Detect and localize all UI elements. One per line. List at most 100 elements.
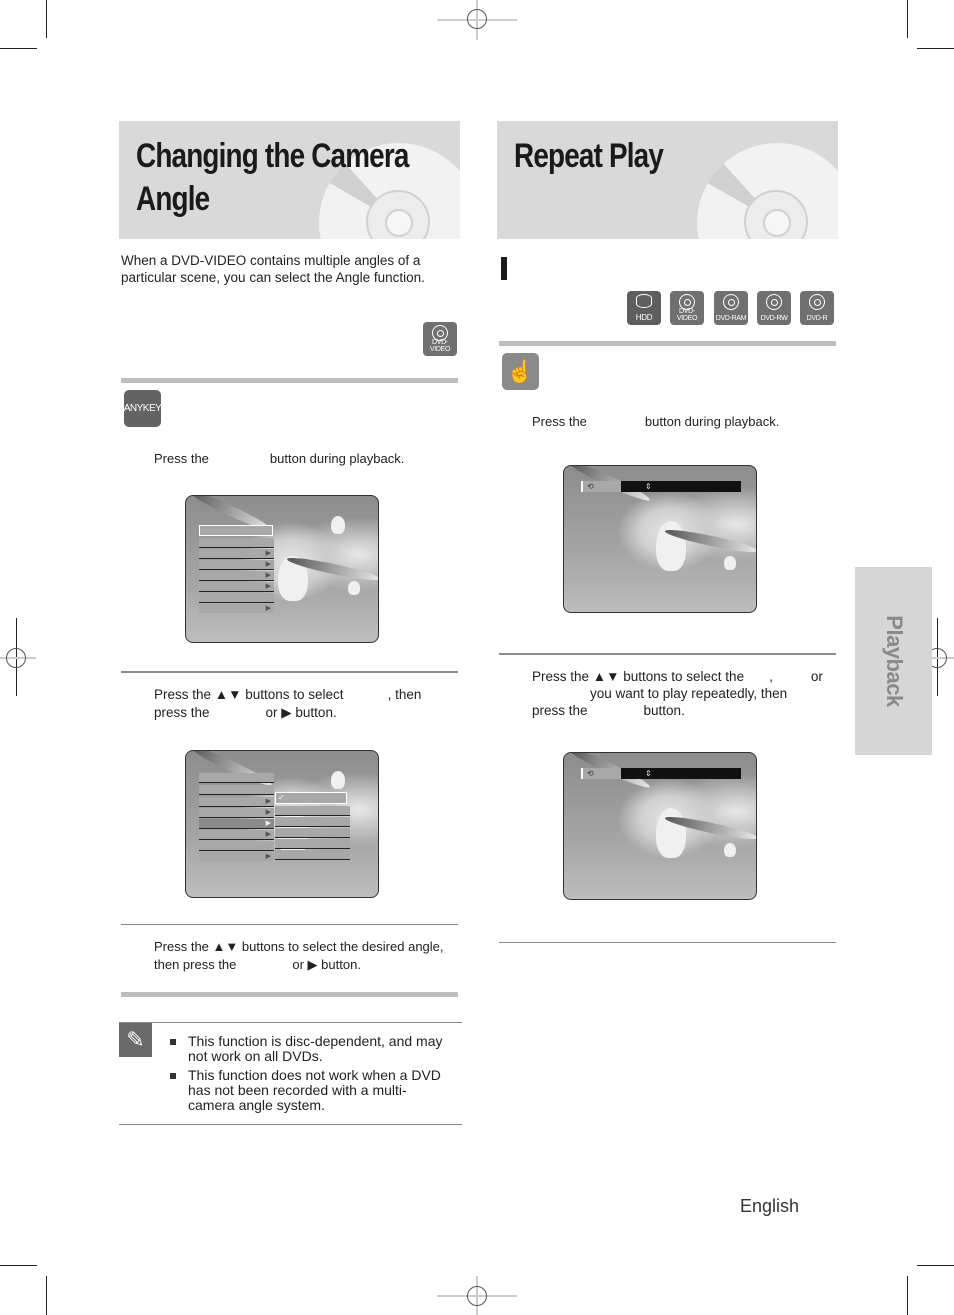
menu-item[interactable] [199, 785, 274, 795]
registration-mark [467, 1286, 487, 1306]
hand-press-icon: ☝ [502, 353, 539, 390]
disc-icon [809, 294, 825, 310]
step2-text: Press the ▲▼ buttons to select, then [154, 687, 422, 702]
disc-icon [766, 294, 782, 310]
menu-item[interactable]: ▶ [199, 560, 274, 570]
subheading-marker [501, 257, 507, 280]
crop-mark [0, 1265, 37, 1266]
angle-option-selected[interactable]: ✓ [275, 792, 347, 804]
title-banner: Changing the Camera Angle [119, 121, 460, 239]
step1-text: Press the button during playback. [154, 451, 405, 466]
menu-item[interactable]: ▶ [199, 808, 274, 818]
step3-text: then press the or ▶ button. [154, 957, 361, 972]
menu-item[interactable]: ▶ [199, 604, 274, 613]
step3-text: Press the ▲▼ buttons to select the desir… [154, 939, 444, 954]
menu-item[interactable] [199, 525, 273, 536]
step2-text: you want to play repeatedly, then [590, 686, 788, 701]
note-item: This function is disc-dependent, and may… [168, 1034, 442, 1064]
osd-screenshot-repeat: ⟲ ⇕ [563, 465, 757, 613]
page-title-line2: Angle [136, 180, 210, 218]
notes-list: This function is disc-dependent, and may… [168, 1034, 442, 1117]
angle-option[interactable] [275, 850, 350, 860]
menu-item[interactable] [199, 538, 274, 548]
arrow-right-icon: ▶ [265, 853, 271, 860]
section-divider [121, 378, 458, 383]
arrow-right-icon: ▶ [265, 831, 271, 838]
step-divider [121, 671, 458, 673]
hdd-icon [636, 294, 652, 308]
menu-item[interactable]: ▶ [199, 797, 274, 807]
chapter-tab: Playback [855, 567, 932, 755]
arrow-right-icon: ▶ [265, 561, 271, 568]
menu-item-angle[interactable]: ▶ [199, 819, 274, 829]
osd-screenshot-menu: ▶ ▶ ▶ ▶ ▶ [185, 495, 379, 643]
note-divider [119, 1124, 462, 1125]
chapter-tab-label: Playback [881, 615, 907, 707]
dvd-video-badge: DVD-VIDEO [670, 291, 704, 325]
dvd-video-badge: DVD-VIDEO [423, 322, 457, 356]
step-divider [499, 653, 836, 655]
disc-graphic [697, 143, 838, 239]
repeat-icon: ⟲ [581, 481, 621, 492]
menu-item[interactable]: ▶ [199, 830, 274, 840]
angle-option[interactable] [275, 828, 350, 838]
check-icon: ✓ [278, 793, 285, 802]
step2-text: press the button. [532, 703, 685, 718]
angle-option[interactable] [275, 806, 350, 816]
menu-item[interactable]: ▶ [199, 582, 274, 592]
dvd-ram-badge: DVD-RAM [714, 291, 748, 325]
note-divider [119, 1022, 462, 1023]
arrow-right-icon: ▶ [265, 605, 271, 612]
angle-option[interactable] [275, 817, 350, 827]
dvd-rw-badge: DVD-RW [757, 291, 791, 325]
crop-mark [907, 0, 908, 38]
crop-mark [46, 0, 47, 38]
crop-mark [0, 48, 37, 49]
menu-item[interactable] [199, 841, 274, 851]
section-end-divider [499, 942, 836, 943]
arrow-right-icon: ▶ [265, 583, 271, 590]
registration-mark [467, 9, 487, 29]
osd-screenshot-repeat-select: ⟲ ⇕ [563, 752, 757, 900]
arrow-right-icon: ▶ [265, 809, 271, 816]
note-pencil-icon: ✎ [119, 1023, 152, 1057]
angle-option[interactable] [275, 839, 350, 849]
osd-screenshot-angle-submenu: ▶ ▶ ▶ ▶ ▶ ✓ [185, 750, 379, 898]
crop-mark [907, 1276, 908, 1315]
page-title-line1: Changing the Camera [136, 137, 409, 175]
arrow-right-icon: ▶ [265, 572, 271, 579]
anykey-icon: ANYKEY [124, 390, 162, 427]
page-title: Repeat Play [514, 137, 664, 175]
hdd-badge: HDD [627, 291, 661, 325]
step1-text: Press the button during playback. [532, 414, 780, 429]
section-divider [499, 341, 836, 346]
updown-icon: ⇕ [621, 768, 741, 779]
disc-icon [723, 294, 739, 310]
title-banner: Repeat Play [497, 121, 838, 239]
step-divider [121, 924, 458, 925]
repeat-osd-bar[interactable]: ⟲ ⇕ [581, 481, 741, 492]
updown-icon: ⇕ [621, 481, 741, 492]
registration-mark [6, 648, 26, 668]
crop-mark [917, 48, 954, 49]
intro-text: When a DVD-VIDEO contains multiple angle… [121, 253, 421, 268]
arrow-right-icon: ▶ [265, 550, 271, 557]
menu-item[interactable] [199, 773, 274, 783]
arrow-right-icon: ▶ [265, 820, 271, 827]
menu-item[interactable] [199, 593, 274, 603]
footer-language: English [740, 1196, 800, 1216]
step2-text: Press the ▲▼ buttons to select the, or [532, 669, 823, 684]
intro-text: particular scene, you can select the Ang… [121, 270, 425, 285]
arrow-right-icon: ▶ [265, 798, 271, 805]
repeat-osd-bar[interactable]: ⟲ ⇕ [581, 768, 741, 779]
dvd-r-badge: DVD-R [800, 291, 834, 325]
repeat-icon: ⟲ [581, 768, 621, 779]
step2-text: press the or ▶ button. [154, 705, 337, 720]
section-divider [121, 992, 458, 997]
menu-item[interactable]: ▶ [199, 549, 274, 559]
menu-item[interactable]: ▶ [199, 852, 274, 861]
menu-item[interactable]: ▶ [199, 571, 274, 581]
crop-mark [46, 1276, 47, 1315]
note-item: This function does not work when a DVD ha… [168, 1068, 442, 1113]
crop-mark [917, 1265, 954, 1266]
